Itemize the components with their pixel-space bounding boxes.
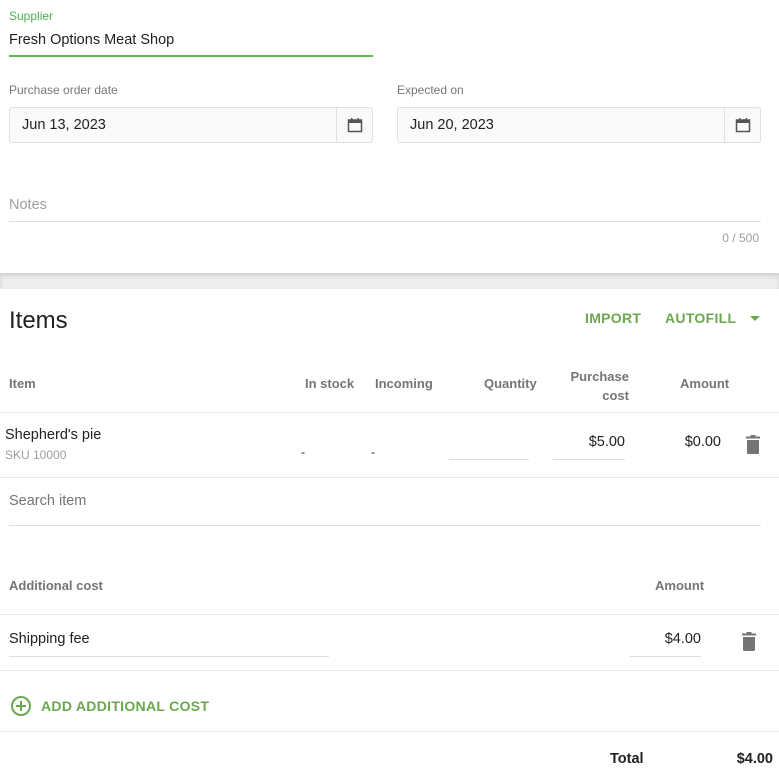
import-button[interactable]: IMPORT xyxy=(585,310,641,326)
calendar-icon xyxy=(347,118,362,133)
calendar-icon xyxy=(735,118,750,133)
section-divider xyxy=(0,273,779,289)
column-header-amount: Amount xyxy=(680,376,730,391)
purchase-order-date-label: Purchase order date xyxy=(9,83,118,97)
add-additional-cost-button[interactable]: ADD ADDITIONAL COST xyxy=(11,696,209,716)
supplier-label: Supplier xyxy=(9,9,54,23)
column-header-purchase-cost: Purchase cost xyxy=(570,369,629,403)
table-divider xyxy=(0,614,779,615)
table-divider xyxy=(0,670,779,671)
add-circle-icon xyxy=(11,696,31,716)
purchase-order-details-card: Supplier Fresh Options Meat Shop Purchas… xyxy=(0,0,779,273)
table-divider xyxy=(0,477,779,478)
search-item-input[interactable]: Search item xyxy=(9,493,86,509)
table-divider xyxy=(0,412,779,413)
caret-down-icon xyxy=(750,315,761,321)
item-name: Shepherd's pie xyxy=(5,427,102,443)
column-header-additional-amount: Amount xyxy=(655,578,705,593)
purchase-order-date-field[interactable]: Jun 13, 2023 xyxy=(9,107,373,143)
add-additional-cost-label: ADD ADDITIONAL COST xyxy=(41,698,210,714)
total-label: Total xyxy=(610,751,644,767)
column-header-incoming: Incoming xyxy=(375,376,433,391)
additional-cost-amount-underline xyxy=(629,656,701,657)
autofill-label: AUTOFILL xyxy=(665,310,737,326)
total-value: $4.00 xyxy=(736,751,773,767)
search-item-underline xyxy=(9,525,761,526)
column-header-in-stock: In stock xyxy=(305,376,355,391)
purchase-order-date-picker-button[interactable] xyxy=(336,108,372,142)
item-sku: SKU 10000 xyxy=(5,448,67,462)
notes-character-counter: 0 / 500 xyxy=(722,231,759,245)
item-in-stock: - xyxy=(301,445,305,459)
purchase-cost-underline xyxy=(553,459,625,460)
supplier-input-underline xyxy=(9,55,373,57)
additional-cost-amount-input[interactable]: $4.00 xyxy=(629,631,701,647)
delete-item-button[interactable] xyxy=(744,435,762,455)
column-header-quantity: Quantity xyxy=(484,376,537,391)
supplier-input[interactable]: Fresh Options Meat Shop xyxy=(9,32,174,48)
item-incoming: - xyxy=(371,445,375,459)
expected-on-label: Expected on xyxy=(397,83,464,97)
quantity-underline xyxy=(449,459,529,460)
expected-on-picker-button[interactable] xyxy=(724,108,760,142)
delete-additional-cost-button[interactable] xyxy=(740,632,758,652)
item-purchase-cost-input[interactable]: $5.00 xyxy=(553,434,625,450)
items-section-title: Items xyxy=(9,307,68,334)
autofill-button[interactable]: AUTOFILL xyxy=(665,310,761,326)
table-divider xyxy=(0,731,779,732)
item-amount: $0.00 xyxy=(684,434,721,450)
column-header-additional-cost: Additional cost xyxy=(9,578,103,593)
notes-underline xyxy=(9,221,761,222)
additional-cost-name-input[interactable]: Shipping fee xyxy=(9,631,90,647)
expected-on-value[interactable]: Jun 20, 2023 xyxy=(398,108,724,142)
expected-on-field[interactable]: Jun 20, 2023 xyxy=(397,107,761,143)
column-header-item: Item xyxy=(9,376,36,391)
additional-cost-name-underline xyxy=(9,656,329,657)
purchase-order-date-value[interactable]: Jun 13, 2023 xyxy=(10,108,336,142)
notes-input[interactable]: Notes xyxy=(9,197,47,213)
